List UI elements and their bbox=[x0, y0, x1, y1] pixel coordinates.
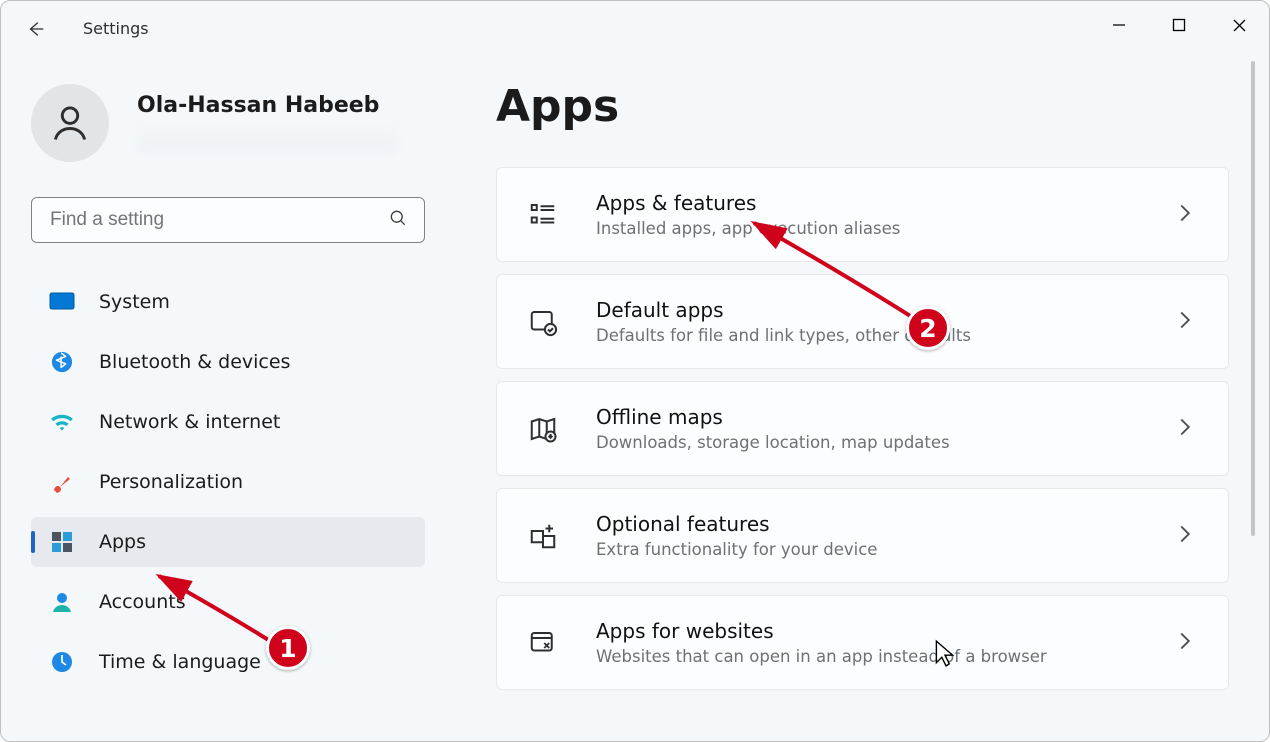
map-icon bbox=[525, 414, 561, 444]
sidebar-item-label: Network & internet bbox=[99, 411, 280, 433]
card-offline-maps[interactable]: Offline maps Downloads, storage location… bbox=[496, 381, 1229, 476]
back-button[interactable] bbox=[19, 18, 53, 40]
scrollbar[interactable] bbox=[1251, 61, 1255, 536]
sidebar-item-apps[interactable]: Apps bbox=[31, 517, 425, 567]
avatar bbox=[31, 84, 109, 162]
apps-websites-icon bbox=[525, 628, 561, 658]
sidebar-item-system[interactable]: System bbox=[31, 277, 425, 327]
sidebar-nav: System Bluetooth & devices Network & int… bbox=[31, 277, 425, 687]
card-apps-features[interactable]: Apps & features Installed apps, app exec… bbox=[496, 167, 1229, 262]
card-title: Optional features bbox=[596, 512, 1143, 536]
sidebar-item-label: System bbox=[99, 291, 170, 313]
maximize-button[interactable] bbox=[1149, 1, 1209, 49]
card-sub: Defaults for file and link types, other … bbox=[596, 326, 1143, 345]
settings-window: Settings O bbox=[0, 0, 1270, 742]
accounts-icon bbox=[49, 589, 75, 615]
close-button[interactable] bbox=[1209, 1, 1269, 49]
sidebar-item-time[interactable]: Time & language bbox=[31, 637, 425, 687]
chevron-right-icon bbox=[1178, 631, 1198, 655]
search-input[interactable] bbox=[48, 208, 388, 232]
optional-features-icon bbox=[525, 521, 561, 551]
titlebar: Settings bbox=[1, 1, 1269, 56]
content: Ola-Hassan Habeeb System bbox=[1, 56, 1269, 741]
chevron-right-icon bbox=[1178, 417, 1198, 441]
sidebar-item-personalization[interactable]: Personalization bbox=[31, 457, 425, 507]
card-sub: Installed apps, app execution aliases bbox=[596, 219, 1143, 238]
minimize-button[interactable] bbox=[1089, 1, 1149, 49]
card-title: Apps & features bbox=[596, 191, 1143, 215]
card-sub: Websites that can open in an app instead… bbox=[596, 647, 1143, 666]
sidebar-item-label: Apps bbox=[99, 531, 146, 553]
sidebar-item-network[interactable]: Network & internet bbox=[31, 397, 425, 447]
chevron-right-icon bbox=[1178, 203, 1198, 227]
chevron-right-icon bbox=[1178, 524, 1198, 548]
profile[interactable]: Ola-Hassan Habeeb bbox=[31, 84, 425, 162]
sidebar-item-bluetooth[interactable]: Bluetooth & devices bbox=[31, 337, 425, 387]
window-title: Settings bbox=[83, 19, 149, 38]
card-sub: Downloads, storage location, map updates bbox=[596, 433, 1143, 452]
search-icon bbox=[388, 208, 408, 232]
sidebar-item-label: Accounts bbox=[99, 591, 186, 613]
main: Apps Apps & features Installed apps, app… bbox=[441, 56, 1269, 741]
card-title: Offline maps bbox=[596, 405, 1143, 429]
window-controls bbox=[1089, 1, 1269, 49]
list-icon bbox=[525, 200, 561, 230]
username-sub bbox=[137, 118, 397, 153]
card-default-apps[interactable]: Default apps Defaults for file and link … bbox=[496, 274, 1229, 369]
sidebar-item-accounts[interactable]: Accounts bbox=[31, 577, 425, 627]
clock-globe-icon bbox=[49, 649, 75, 675]
search-box[interactable] bbox=[31, 197, 425, 243]
default-apps-icon bbox=[525, 307, 561, 337]
card-apps-websites[interactable]: Apps for websites Websites that can open… bbox=[496, 595, 1229, 690]
username: Ola-Hassan Habeeb bbox=[137, 93, 397, 118]
wifi-icon bbox=[49, 409, 75, 435]
card-title: Default apps bbox=[596, 298, 1143, 322]
page-title: Apps bbox=[496, 81, 1229, 132]
brush-icon bbox=[49, 469, 75, 495]
card-title: Apps for websites bbox=[596, 619, 1143, 643]
system-icon bbox=[49, 289, 75, 315]
sidebar-item-label: Time & language bbox=[99, 651, 261, 673]
apps-icon bbox=[49, 529, 75, 555]
bluetooth-icon bbox=[49, 349, 75, 375]
chevron-right-icon bbox=[1178, 310, 1198, 334]
sidebar-item-label: Bluetooth & devices bbox=[99, 351, 290, 373]
card-sub: Extra functionality for your device bbox=[596, 540, 1143, 559]
card-optional-features[interactable]: Optional features Extra functionality fo… bbox=[496, 488, 1229, 583]
sidebar: Ola-Hassan Habeeb System bbox=[1, 56, 441, 741]
sidebar-item-label: Personalization bbox=[99, 471, 243, 493]
